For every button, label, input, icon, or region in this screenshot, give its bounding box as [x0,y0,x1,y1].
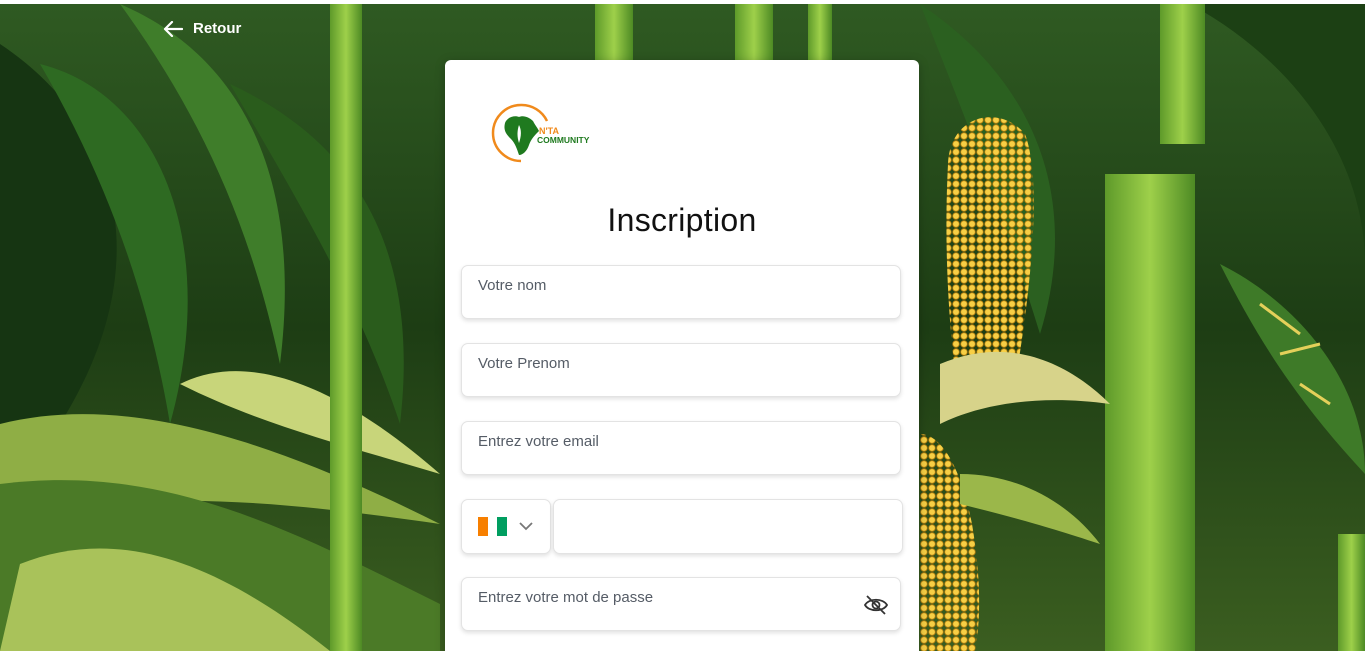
arrow-left-icon [163,20,183,37]
eye-off-icon[interactable] [863,594,889,616]
signup-page: Retour N'TA COMMUNITY Inscription [0,0,1365,651]
signup-card: N'TA COMMUNITY Inscription [445,60,919,651]
first-name-input[interactable] [462,344,900,396]
phone-row [461,499,903,554]
flag-civ-icon [478,517,508,536]
email-input[interactable] [462,422,900,474]
logo-text-bottom: COMMUNITY [537,135,590,145]
back-link[interactable]: Retour [163,20,241,37]
chevron-down-icon [519,522,533,531]
password-field[interactable] [461,577,901,631]
phone-input[interactable] [554,500,902,553]
page-title: Inscription [607,202,757,238]
nta-community-logo: N'TA COMMUNITY [491,103,590,163]
last-name-input[interactable] [462,266,900,318]
last-name-field[interactable] [461,265,901,319]
country-code-select[interactable] [461,499,551,554]
password-input[interactable] [462,578,900,630]
first-name-field[interactable] [461,343,901,397]
top-border [0,0,1365,4]
email-field[interactable] [461,421,901,475]
phone-field[interactable] [553,499,903,554]
back-label: Retour [193,20,242,37]
